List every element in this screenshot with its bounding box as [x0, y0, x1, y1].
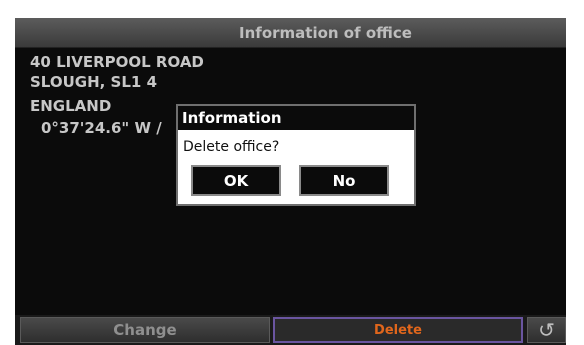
back-arrow-icon: ↺ [538, 318, 555, 342]
delete-button-label: Delete [374, 322, 422, 338]
ok-button[interactable]: OK [191, 165, 281, 196]
delete-button[interactable]: Delete [273, 317, 523, 343]
address-line-3: ENGLAND [30, 97, 112, 115]
title-bar: Information of office [15, 18, 566, 48]
dialog-title: Information [178, 106, 414, 130]
device-frame: Information of office 40 LIVERPOOL ROAD … [0, 0, 584, 345]
no-button-label: No [332, 171, 356, 190]
ok-button-label: OK [223, 171, 249, 190]
back-button[interactable]: ↺ [527, 317, 566, 343]
confirm-dialog: Information Delete office? OK No [176, 104, 416, 206]
device-screen: Information of office 40 LIVERPOOL ROAD … [15, 18, 566, 345]
coordinates-text: 0°37'24.6" W / [41, 119, 162, 137]
change-button[interactable]: Change [20, 317, 270, 343]
no-button[interactable]: No [299, 165, 389, 196]
change-button-label: Change [113, 321, 177, 339]
address-line-2: SLOUGH, SL1 4 [30, 73, 158, 91]
bottom-toolbar: Change Delete ↺ [15, 315, 566, 345]
address-line-1: 40 LIVERPOOL ROAD [30, 53, 204, 71]
dialog-message: Delete office? [183, 139, 280, 155]
page-title: Information of office [239, 23, 412, 42]
